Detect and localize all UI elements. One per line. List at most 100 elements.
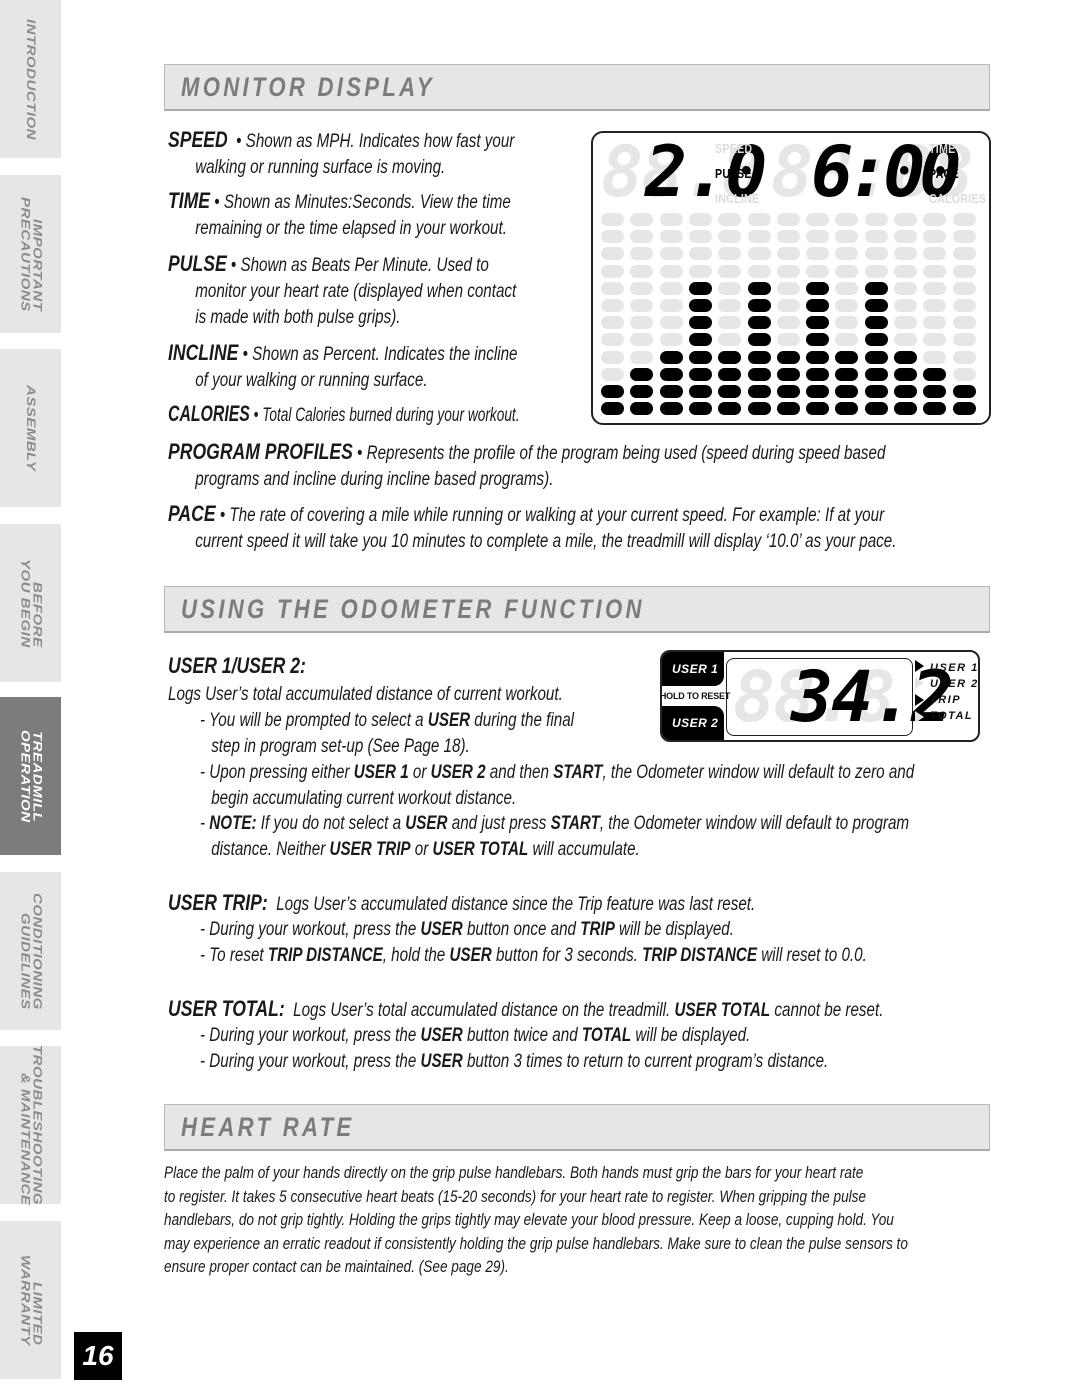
- profile-segment-unlit: [835, 333, 859, 347]
- profile-segment-unlit: [659, 333, 683, 347]
- tab-label: CONDITIONING GUIDELINES: [18, 892, 43, 1010]
- text-run: - You will be prompted to select a: [200, 710, 428, 731]
- profile-segment-lit: [864, 350, 888, 364]
- profile-segment-unlit: [835, 230, 859, 244]
- tab-treadmill-operation[interactable]: TREADMILL OPERATION: [0, 697, 61, 855]
- profile-segment-lit: [806, 333, 830, 347]
- lcd-label-speed: SPEED: [715, 141, 753, 156]
- indicator-label: USER 1: [930, 662, 979, 674]
- profile-segment-unlit: [923, 316, 947, 330]
- odometer-bullet-3: - NOTE: If you do not select a USER and …: [200, 811, 1080, 863]
- profile-segment-unlit: [659, 299, 683, 312]
- profile-segment-lit: [835, 385, 859, 398]
- profile-segment-unlit: [894, 281, 917, 295]
- text-run: will accumulate.: [528, 839, 640, 860]
- profile-segment-unlit: [806, 247, 830, 261]
- profile-segment-lit: [923, 367, 947, 381]
- profile-segment-unlit: [688, 213, 712, 226]
- profile-segment-lit: [601, 385, 624, 398]
- user-1-button[interactable]: USER 1: [662, 652, 724, 686]
- tab-troubleshooting-maintenance[interactable]: TROUBLESHOOTING & MAINTENANCE: [0, 1045, 61, 1205]
- section-title: HEART RATE: [181, 1111, 355, 1142]
- profile-segment-lit: [894, 402, 917, 416]
- emphasized-text: TRIP DISTANCE: [267, 945, 383, 966]
- profile-segment-lit: [688, 333, 712, 347]
- emphasized-text: USER TOTAL: [432, 839, 529, 860]
- profile-segment-lit: [835, 350, 859, 364]
- profile-segment-unlit: [952, 316, 976, 330]
- odometer-panel-illustration: USER 1 HOLD TO RESET USER 2 88.8 34.2 US…: [660, 650, 980, 742]
- profile-segment-unlit: [630, 350, 654, 364]
- text-run: -: [200, 813, 210, 834]
- user-1-2-description: Logs User’s total accumulated distance o…: [168, 684, 563, 705]
- user-total-bullet-2: - During your workout, press the USER bu…: [200, 1049, 985, 1075]
- program-profiles-description: PROGRAM PROFILES • Represents the profil…: [168, 439, 886, 490]
- profile-segment-lit: [776, 402, 800, 416]
- speed-description: SPEED • Shown as MPH. Indicates how fast…: [168, 127, 515, 178]
- profile-segment-unlit: [601, 281, 624, 295]
- profile-segment-lit: [952, 402, 976, 416]
- user-total-description: USER TOTAL: Logs User’s total accumulate…: [168, 996, 884, 1021]
- profile-segment-unlit: [952, 230, 976, 244]
- profile-segment-unlit: [952, 281, 976, 295]
- profile-segment-unlit: [894, 333, 917, 347]
- profile-segment-unlit: [894, 247, 917, 261]
- profile-segment-unlit: [630, 213, 654, 226]
- tab-limited-warranty[interactable]: LIMITED WARRANTY: [0, 1221, 61, 1379]
- profile-segment-unlit: [864, 230, 888, 244]
- profile-segment-lit: [718, 367, 742, 381]
- profile-segment-unlit: [659, 316, 683, 330]
- tab-introduction[interactable]: INTRODUCTION: [0, 0, 61, 158]
- tab-important-precautions[interactable]: IMPORTANT PRECAUTIONS: [0, 175, 61, 333]
- profile-segment-unlit: [630, 230, 654, 244]
- tab-conditioning-guidelines[interactable]: CONDITIONING GUIDELINES: [0, 872, 61, 1030]
- profile-segment-lit: [747, 350, 771, 364]
- profile-segment-lit: [659, 385, 683, 398]
- text-run: - During your workout, press the: [200, 1051, 421, 1072]
- text-run: - During your workout, press the: [200, 919, 421, 940]
- profile-segment-unlit: [718, 299, 742, 312]
- profile-segment-lit: [659, 402, 683, 416]
- profile-segment-unlit: [718, 230, 742, 244]
- user-2-button[interactable]: USER 2: [662, 706, 724, 740]
- profile-segment-lit: [864, 402, 888, 416]
- profile-segment-unlit: [601, 230, 624, 244]
- profile-segment-lit: [630, 385, 654, 398]
- pulse-description: PULSE • Shown as Beats Per Minute. Used …: [168, 251, 517, 328]
- text-run: and just press: [447, 813, 551, 834]
- profile-segment-unlit: [952, 299, 976, 312]
- text-run: or: [408, 762, 431, 783]
- profile-segment-lit: [806, 367, 830, 381]
- profile-segment-unlit: [776, 333, 800, 347]
- profile-segment-unlit: [864, 213, 888, 226]
- text-run: Logs User’s total accumulated distance o…: [293, 1000, 675, 1021]
- text-run: - To reset: [200, 945, 268, 966]
- profile-segment-lit: [923, 402, 947, 416]
- tab-label: BEFORE YOU BEGIN: [18, 558, 43, 648]
- profile-segment-unlit: [718, 333, 742, 347]
- profile-segment-lit: [894, 350, 917, 364]
- tab-assembly[interactable]: ASSEMBLY: [0, 349, 61, 507]
- emphasized-text: START: [553, 762, 603, 783]
- emphasized-text: USER: [427, 710, 471, 731]
- profile-segment-unlit: [894, 264, 917, 278]
- profile-segment-lit: [747, 316, 771, 330]
- indicator-label: TRIP: [930, 694, 962, 706]
- profile-segment-unlit: [747, 230, 771, 244]
- section-header-odometer: USING THE ODOMETER FUNCTION: [164, 586, 990, 633]
- profile-segment-unlit: [776, 264, 800, 278]
- emphasized-text: TOTAL: [581, 1025, 632, 1046]
- emphasized-text: USER 1: [353, 762, 409, 783]
- tab-before-you-begin[interactable]: BEFORE YOU BEGIN: [0, 524, 61, 682]
- profile-segment-unlit: [835, 281, 859, 295]
- profile-segment-unlit: [659, 264, 683, 278]
- emphasized-text: USER TOTAL: [674, 1000, 771, 1021]
- section-title: MONITOR DISPLAY: [181, 71, 435, 102]
- pace-description: PACE • The rate of covering a mile while…: [168, 501, 897, 552]
- text-run: , hold the: [382, 945, 450, 966]
- tab-label: TROUBLESHOOTING & MAINTENANCE: [18, 1045, 43, 1205]
- incline-description: INCLINE • Shown as Percent. Indicates th…: [168, 340, 518, 391]
- profile-segment-lit: [688, 350, 712, 364]
- user-1-2-heading: USER 1/USER 2:: [168, 653, 306, 678]
- profile-segment-unlit: [601, 350, 624, 364]
